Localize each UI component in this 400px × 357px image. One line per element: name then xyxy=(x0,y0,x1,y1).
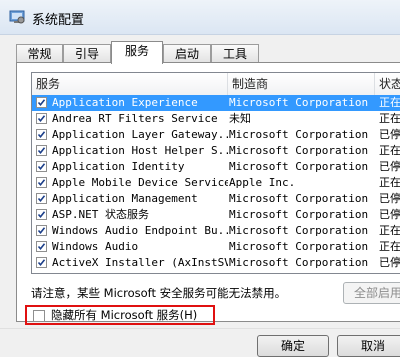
service-name: Apple Mobile Device Service xyxy=(52,176,228,189)
service-row[interactable]: Andrea RT Filters Service 未知 正在 xyxy=(32,111,400,127)
service-manufacturer: Microsoft Corporation xyxy=(229,240,369,253)
service-name: Windows Audio xyxy=(52,240,139,253)
service-checkbox[interactable] xyxy=(36,193,47,204)
service-status: 正在 xyxy=(379,240,400,253)
service-checkbox[interactable] xyxy=(36,129,47,140)
service-row[interactable]: Windows Audio Endpoint Bu... Microsoft Co… xyxy=(32,223,400,239)
service-name: Windows Audio Endpoint Bu... xyxy=(52,224,228,237)
service-manufacturer: Microsoft Corporation xyxy=(229,224,369,237)
system-config-icon xyxy=(9,10,25,24)
service-name: Andrea RT Filters Service xyxy=(52,112,218,125)
system-config-window: 系统配置 常规 引导 服务 启动 工具 服务 制造商 状态 Applicatio… xyxy=(0,0,400,357)
service-row[interactable]: Application Management Microsoft Corporat… xyxy=(32,191,400,207)
service-status: 已停 xyxy=(379,208,400,221)
service-status: 正在 xyxy=(379,112,400,125)
service-manufacturer: Microsoft Corporation xyxy=(229,144,369,157)
service-name: ASP.NET 状态服务 xyxy=(52,208,149,221)
services-list[interactable]: 服务 制造商 状态 Application Experience Microsof… xyxy=(31,72,400,274)
service-status: 正在 xyxy=(379,176,400,189)
service-checkbox[interactable] xyxy=(36,145,47,156)
column-header-status[interactable]: 状态 xyxy=(375,73,400,95)
service-manufacturer: Microsoft Corporation xyxy=(229,256,369,269)
service-name: ActiveX Installer (AxInstSV) xyxy=(52,256,228,269)
tab-general[interactable]: 常规 xyxy=(16,44,63,62)
service-name: Application Host Helper S... xyxy=(52,144,228,157)
service-manufacturer: Microsoft Corporation xyxy=(229,128,369,141)
service-manufacturer: Apple Inc. xyxy=(229,176,296,189)
service-checkbox[interactable] xyxy=(36,113,47,124)
tab-services[interactable]: 服务 xyxy=(111,41,163,64)
service-manufacturer: Microsoft Corporation xyxy=(229,208,369,221)
service-status: 正在 xyxy=(379,144,400,157)
service-checkbox[interactable] xyxy=(36,97,47,108)
service-name: Application Management xyxy=(52,192,198,205)
service-checkbox[interactable] xyxy=(36,241,47,252)
service-checkbox[interactable] xyxy=(36,161,47,172)
hide-microsoft-services-label[interactable]: 隐藏所有 Microsoft 服务(H) xyxy=(51,307,197,323)
service-name: Application Layer Gateway... xyxy=(52,128,228,141)
service-name: Application Identity xyxy=(52,160,185,173)
enable-all-button[interactable]: 全部启用 xyxy=(343,282,400,304)
list-header: 服务 制造商 状态 xyxy=(32,73,400,96)
tab-boot[interactable]: 引导 xyxy=(63,44,111,62)
tab-tools[interactable]: 工具 xyxy=(211,44,259,62)
service-checkbox[interactable] xyxy=(36,257,47,268)
footer-divider xyxy=(0,328,400,329)
service-row[interactable]: Application Experience Microsoft Corporat… xyxy=(32,95,400,111)
service-status: 已停 xyxy=(379,192,400,205)
title-bar: 系统配置 xyxy=(0,0,400,35)
service-name: Application Experience xyxy=(52,96,198,109)
service-row[interactable]: Apple Mobile Device Service Apple Inc. 正在 xyxy=(32,175,400,191)
service-status: 正在 xyxy=(379,96,400,109)
service-row[interactable]: Windows Audio Microsoft Corporation 正在 xyxy=(32,239,400,255)
service-checkbox[interactable] xyxy=(36,225,47,236)
service-row[interactable]: ASP.NET 状态服务 Microsoft Corporation 已停 xyxy=(32,207,400,223)
service-status: 已停 xyxy=(379,128,400,141)
hide-microsoft-services-highlight: 隐藏所有 Microsoft 服务(H) xyxy=(25,305,215,325)
service-manufacturer: Microsoft Corporation xyxy=(229,96,369,109)
service-row[interactable]: Application Identity Microsoft Corporatio… xyxy=(32,159,400,175)
service-status: 已停 xyxy=(379,256,400,269)
service-status: 正在 xyxy=(379,224,400,237)
hide-microsoft-services-checkbox[interactable] xyxy=(33,310,45,322)
column-header-service[interactable]: 服务 xyxy=(32,73,228,95)
column-header-manufacturer[interactable]: 制造商 xyxy=(228,73,375,95)
service-manufacturer: Microsoft Corporation xyxy=(229,160,369,173)
service-row[interactable]: Application Host Helper S... Microsoft Co… xyxy=(32,143,400,159)
service-row[interactable]: Application Layer Gateway... Microsoft Co… xyxy=(32,127,400,143)
service-checkbox[interactable] xyxy=(36,209,47,220)
service-checkbox[interactable] xyxy=(36,177,47,188)
service-manufacturer: 未知 xyxy=(229,112,251,125)
service-row[interactable]: ActiveX Installer (AxInstSV) Microsoft Co… xyxy=(32,255,400,271)
notice-text: 请注意，某些 Microsoft 安全服务可能无法禁用。 xyxy=(31,286,287,300)
tab-startup[interactable]: 启动 xyxy=(163,44,211,62)
service-status: 已停 xyxy=(379,160,400,173)
window-title: 系统配置 xyxy=(32,13,85,28)
service-manufacturer: Microsoft Corporation xyxy=(229,192,369,205)
